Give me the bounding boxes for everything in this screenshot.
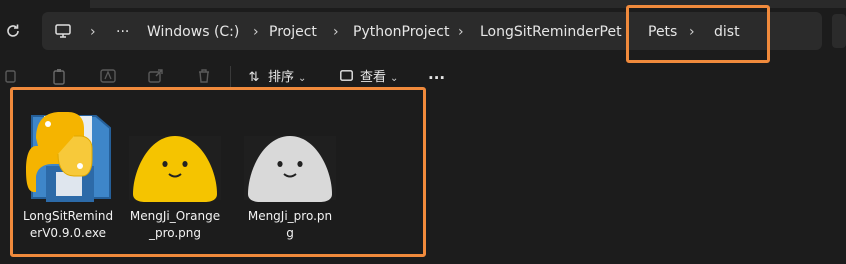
breadcrumb-more[interactable]: ··· <box>116 22 129 42</box>
breadcrumb-item-longsitreminderpet[interactable]: LongSitReminderPet <box>480 22 622 42</box>
copy-icon[interactable] <box>2 68 22 88</box>
orange-blob-image <box>129 108 221 204</box>
breadcrumb-item-windows[interactable]: Windows (C:) <box>147 22 239 42</box>
search-box-edge[interactable] <box>832 14 846 48</box>
highlight-box-path <box>626 5 770 63</box>
file-name: LongSitRemind erV0.9.0.exe <box>22 209 114 240</box>
delete-icon[interactable] <box>194 68 214 88</box>
file-name: MengJi_Orange _pro.png <box>129 209 221 240</box>
view-icon <box>338 68 354 88</box>
chevron-right-icon: › <box>333 24 339 40</box>
breadcrumb-item-project[interactable]: Project <box>269 22 317 42</box>
more-options-button[interactable]: ··· <box>428 68 445 88</box>
sort-button[interactable]: ⇅ 排序 ⌄ <box>246 68 307 88</box>
chevron-right-icon: › <box>458 24 464 40</box>
chevron-right-icon: › <box>90 24 96 40</box>
file-item[interactable]: MengJi_pro.pn g <box>238 108 342 248</box>
share-icon[interactable] <box>146 68 166 88</box>
sort-label: 排序 <box>268 70 295 85</box>
gray-blob-image <box>244 108 336 204</box>
breadcrumb-item-pythonproject[interactable]: PythonProject <box>353 22 449 42</box>
file-item[interactable]: LongSitRemind erV0.9.0.exe <box>16 108 120 248</box>
chevron-down-icon: ⌄ <box>298 73 307 84</box>
file-name: MengJi_pro.pn g <box>247 209 333 240</box>
file-item[interactable]: MengJi_Orange _pro.png <box>123 108 227 248</box>
sort-icon: ⇅ <box>248 70 260 85</box>
view-button[interactable]: 查看 ⌄ <box>338 68 398 88</box>
refresh-icon[interactable] <box>4 22 24 42</box>
chevron-down-icon: ⌄ <box>390 73 399 84</box>
view-label: 查看 <box>360 70 387 85</box>
rename-icon[interactable] <box>98 68 118 88</box>
chevron-right-icon: › <box>253 24 259 40</box>
python-executable-icon <box>22 108 114 204</box>
paste-icon[interactable] <box>50 68 70 88</box>
computer-icon[interactable] <box>54 22 74 42</box>
